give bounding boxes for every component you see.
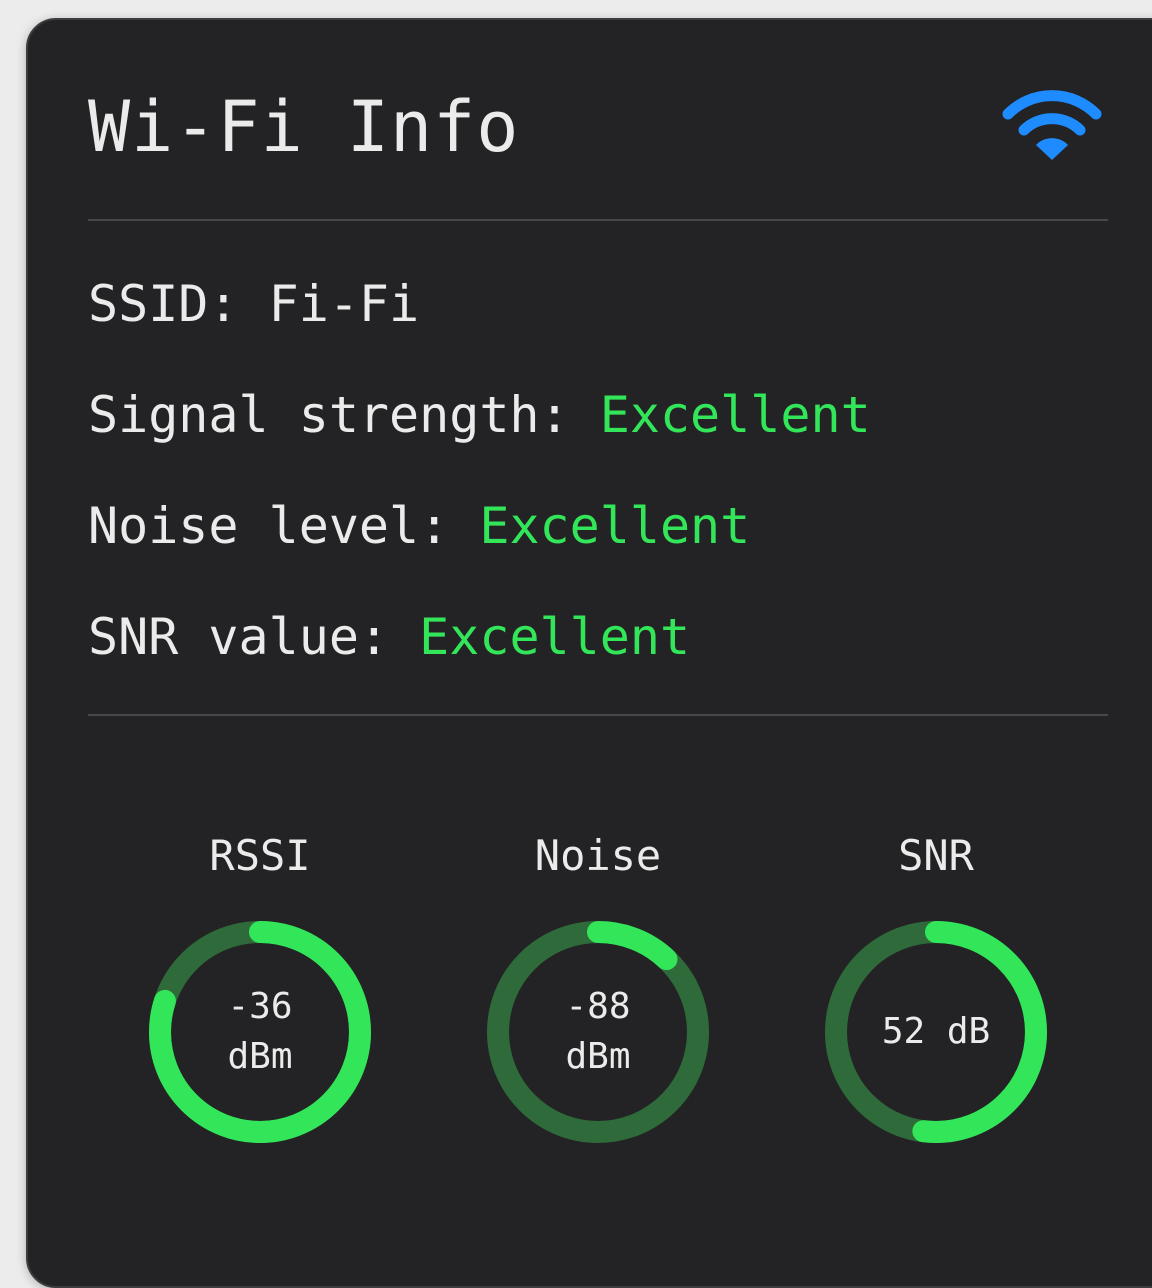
noise-gauge-unit: dBm [565,1036,631,1077]
noise-gauge: -88 dBm [478,912,718,1152]
snr-value-row: SNR value: Excellent [88,605,690,669]
rssi-gauge-label: RSSI [209,831,311,880]
bottom-divider [88,714,1108,716]
ssid-row: SSID: Fi-Fi [88,272,419,336]
wifi-icon [1002,90,1102,160]
snr-value-label: SNR value: [88,608,390,666]
rssi-gauge-value: -36 [227,986,293,1027]
ssid-label: SSID: [88,275,239,333]
widget-title: Wi-Fi Info [88,86,520,168]
snr-gauge-value: 52 dB [881,1011,991,1052]
noise-gauge-label: Noise [534,831,662,880]
signal-strength-label: Signal strength: [88,386,570,444]
snr-gauge: 52 dB [816,912,1056,1152]
ssid-value: Fi-Fi [268,275,420,333]
top-divider [88,219,1108,221]
noise-level-value: Excellent [479,497,751,555]
noise-level-row: Noise level: Excellent [88,494,750,558]
rssi-gauge: -36 dBm [140,912,380,1152]
signal-strength-value: Excellent [599,386,871,444]
signal-strength-row: Signal strength: Excellent [88,383,871,447]
noise-gauge-value: -88 [565,986,631,1027]
snr-value-value: Excellent [419,608,691,666]
noise-level-label: Noise level: [88,497,450,555]
rssi-gauge-unit: dBm [227,1036,293,1077]
snr-gauge-label: SNR [898,831,974,880]
